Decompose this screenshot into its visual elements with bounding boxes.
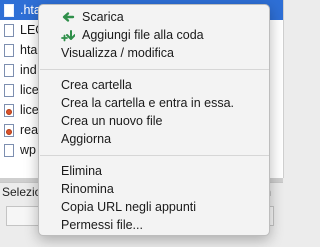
menu-item-copy-url[interactable]: Copia URL negli appunti xyxy=(39,198,269,216)
menu-item-download[interactable]: Scarica xyxy=(39,8,269,26)
file-name: lice xyxy=(20,83,39,97)
menu-item-create-folder-enter[interactable]: Crea la cartella e entra in essa. xyxy=(39,94,269,112)
add-to-queue-icon xyxy=(61,28,76,42)
context-menu: Scarica Aggiungi file alla coda Visualiz… xyxy=(38,4,270,236)
menu-item-view-edit[interactable]: Visualizza / modifica xyxy=(39,44,269,62)
menu-item-refresh[interactable]: Aggiorna xyxy=(39,130,269,148)
menu-separator xyxy=(40,155,269,156)
menu-item-label: Elimina xyxy=(61,164,102,178)
menu-item-label: Crea cartella xyxy=(61,78,132,92)
file-icon xyxy=(4,143,14,157)
menu-item-label: Copia URL negli appunti xyxy=(61,200,197,214)
menu-item-add-to-queue[interactable]: Aggiungi file alla coda xyxy=(39,26,269,44)
menu-item-label: Aggiorna xyxy=(61,132,112,146)
file-icon xyxy=(4,3,14,17)
download-arrow-icon xyxy=(61,10,75,24)
file-icon xyxy=(4,43,14,57)
status-text: Selezio xyxy=(2,185,42,199)
menu-item-rename[interactable]: Rinomina xyxy=(39,180,269,198)
menu-item-label: Crea la cartella e entra in essa. xyxy=(61,96,235,110)
menu-separator xyxy=(40,69,269,70)
html-file-icon xyxy=(4,123,14,137)
file-icon xyxy=(4,83,14,97)
html-file-icon xyxy=(4,103,14,117)
file-name: rea xyxy=(20,123,39,137)
menu-item-file-permissions[interactable]: Permessi file... xyxy=(39,216,269,234)
menu-item-label: Permessi file... xyxy=(61,218,143,232)
menu-item-label: Rinomina xyxy=(61,182,114,196)
menu-item-create-file[interactable]: Crea un nuovo file xyxy=(39,112,269,130)
menu-item-label: Scarica xyxy=(82,10,124,24)
menu-item-label: Visualizza / modifica xyxy=(61,46,175,60)
menu-item-create-folder[interactable]: Crea cartella xyxy=(39,76,269,94)
menu-item-label: Aggiungi file alla coda xyxy=(82,28,204,42)
file-name: hta xyxy=(20,43,38,57)
menu-item-delete[interactable]: Elimina xyxy=(39,162,269,180)
file-name: wp xyxy=(20,143,36,157)
file-name: lice xyxy=(20,103,39,117)
menu-item-label: Crea un nuovo file xyxy=(61,114,163,128)
file-name: ind xyxy=(20,63,37,77)
file-icon xyxy=(4,23,14,37)
file-icon xyxy=(4,63,14,77)
